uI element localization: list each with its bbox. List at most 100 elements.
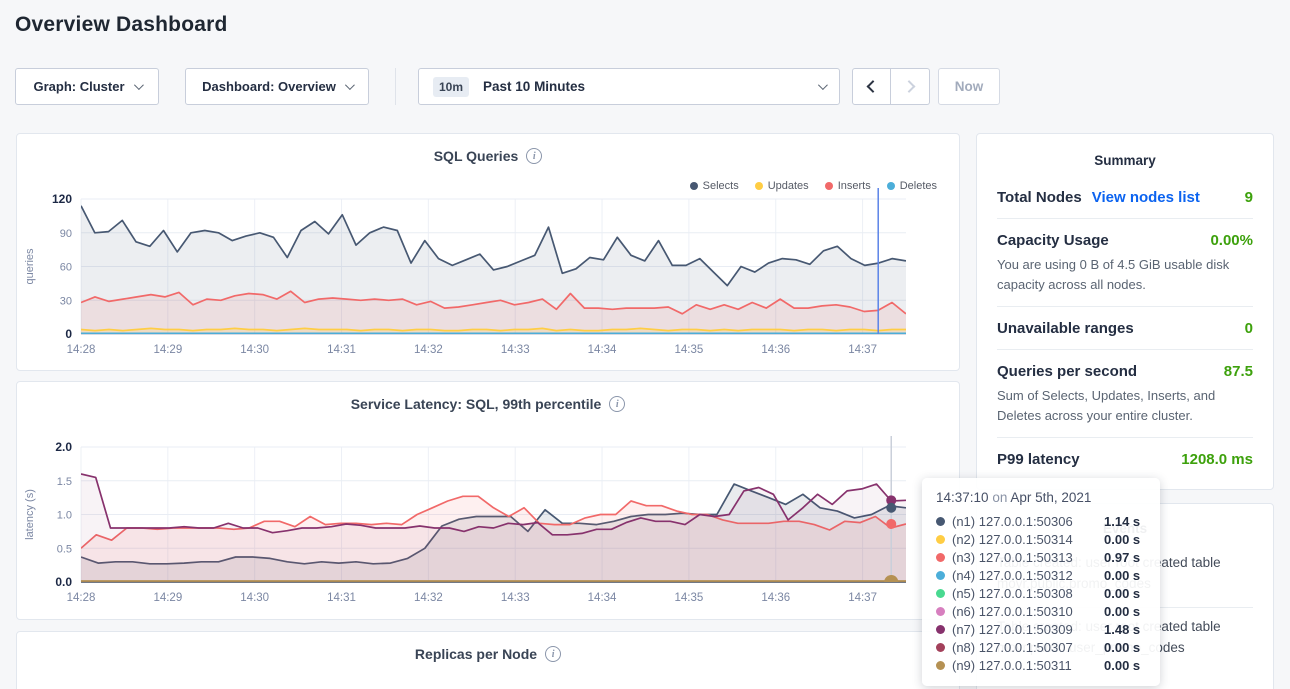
x-tick-label: 14:36 [761, 592, 790, 604]
y-tick-label: 1.5 [57, 476, 72, 488]
tooltip-header: 14:37:10 on Apr 5th, 2021 [936, 490, 1148, 505]
time-next-button[interactable] [891, 68, 930, 105]
capacity-desc: You are using 0 B of 4.5 GiB usable disk… [997, 255, 1253, 294]
tooltip-row: (n9) 127.0.0.1:503110.00 s [936, 656, 1148, 674]
latency-title: Service Latency: SQL, 99th percentile [351, 396, 602, 412]
node-color-dot-icon [936, 589, 945, 598]
y-tick-label: 0.0 [55, 575, 72, 589]
tooltip-row: (n2) 127.0.0.1:503140.00 s [936, 530, 1148, 548]
y-tick-label: 30 [60, 295, 72, 307]
x-tick-label: 14:29 [153, 592, 182, 604]
tooltip-row: (n6) 127.0.0.1:503100.00 s [936, 602, 1148, 620]
y-tick-label: 90 [60, 228, 72, 240]
replicas-title: Replicas per Node [415, 646, 537, 662]
tooltip-rows: (n1) 127.0.0.1:503061.14 s(n2) 127.0.0.1… [936, 512, 1148, 674]
info-icon[interactable]: i [609, 396, 625, 412]
x-tick-label: 14:37 [848, 344, 877, 356]
capacity-value: 0.00% [1210, 232, 1253, 249]
controls-divider [395, 68, 396, 105]
tooltip-node-label: (n8) 127.0.0.1:50307 [952, 640, 1104, 655]
y-axis-label: queries [24, 248, 36, 285]
x-tick-label: 14:30 [240, 344, 269, 356]
sql-queries-panel: SQL Queries i SelectsUpdatesInsertsDelet… [16, 133, 960, 371]
tooltip-date: Apr 5th, 2021 [1010, 490, 1091, 505]
view-nodes-list-link[interactable]: View nodes list [1092, 189, 1200, 206]
tooltip-node-value: 0.00 s [1104, 586, 1140, 601]
now-button[interactable]: Now [938, 68, 1000, 105]
tooltip-node-label: (n7) 127.0.0.1:50309 [952, 622, 1104, 637]
x-tick-label: 14:31 [327, 592, 356, 604]
graph-dropdown[interactable]: Graph: Cluster [15, 68, 159, 105]
dashboard-dropdown[interactable]: Dashboard: Overview [185, 68, 369, 105]
tooltip-time: 14:37:10 [936, 490, 989, 505]
chart-svg-sql[interactable]: 14:2814:2914:3014:3114:3214:3314:3414:35… [17, 186, 961, 358]
summary-row-qps: Queries per second 87.5 Sum of Selects, … [997, 349, 1253, 437]
tooltip-row: (n7) 127.0.0.1:503091.48 s [936, 620, 1148, 638]
node-color-dot-icon [936, 661, 945, 670]
latency-chart[interactable]: 14:2814:2914:3014:3114:3214:3314:3414:35… [17, 434, 961, 606]
chevron-right-icon [902, 80, 915, 93]
summary-row-p99: P99 latency 1208.0 ms [997, 437, 1253, 480]
tooltip-node-value: 0.00 s [1104, 640, 1140, 655]
tooltip-row: (n3) 127.0.0.1:503130.97 s [936, 548, 1148, 566]
graph-dropdown-label: Graph: Cluster [33, 79, 124, 94]
tooltip-row: (n4) 127.0.0.1:503120.00 s [936, 566, 1148, 584]
chevron-down-icon [345, 80, 355, 90]
node-color-dot-icon [936, 517, 945, 526]
tooltip-node-label: (n2) 127.0.0.1:50314 [952, 532, 1104, 547]
node-color-dot-icon [936, 553, 945, 562]
total-nodes-value: 9 [1245, 189, 1253, 206]
x-tick-label: 14:35 [675, 592, 704, 604]
tooltip-node-label: (n5) 127.0.0.1:50308 [952, 586, 1104, 601]
unavailable-ranges-label: Unavailable ranges [997, 320, 1134, 337]
hover-marker-dot [884, 575, 898, 589]
tooltip-node-value: 0.97 s [1104, 550, 1140, 565]
capacity-label: Capacity Usage [997, 232, 1109, 249]
x-tick-label: 14:32 [414, 592, 443, 604]
time-prev-button[interactable] [852, 68, 891, 105]
p99-value: 1208.0 ms [1181, 451, 1253, 468]
page-title: Overview Dashboard [15, 13, 228, 37]
chart-svg-latency[interactable]: 14:2814:2914:3014:3114:3214:3314:3414:35… [17, 434, 961, 606]
x-tick-label: 14:34 [588, 344, 617, 356]
x-tick-label: 14:28 [67, 592, 96, 604]
time-range-dropdown[interactable]: 10m Past 10 Minutes [418, 68, 840, 105]
summary-title: Summary [977, 134, 1273, 176]
y-tick-label: 60 [60, 262, 72, 274]
summary-row-total-nodes: Total Nodes View nodes list 9 [997, 176, 1253, 218]
tooltip-node-label: (n9) 127.0.0.1:50311 [952, 658, 1104, 673]
tooltip-row: (n5) 127.0.0.1:503080.00 s [936, 584, 1148, 602]
x-tick-label: 14:37 [848, 592, 877, 604]
x-tick-label: 14:34 [588, 592, 617, 604]
tooltip-node-value: 0.00 s [1104, 658, 1140, 673]
qps-value: 87.5 [1224, 363, 1253, 380]
y-tick-label: 120 [52, 192, 72, 206]
x-tick-label: 14:32 [414, 344, 443, 356]
time-range-label: Past 10 Minutes [483, 79, 818, 94]
summary-body: Total Nodes View nodes list 9 Capacity U… [977, 176, 1273, 480]
tooltip-node-value: 1.48 s [1104, 622, 1140, 637]
tooltip-node-label: (n6) 127.0.0.1:50310 [952, 604, 1104, 619]
tooltip-node-value: 0.00 s [1104, 568, 1140, 583]
node-color-dot-icon [936, 571, 945, 580]
x-tick-label: 14:33 [501, 592, 530, 604]
node-color-dot-icon [936, 607, 945, 616]
sql-queries-chart[interactable]: 14:2814:2914:3014:3114:3214:3314:3414:35… [17, 186, 961, 358]
y-tick-label: 2.0 [55, 440, 72, 454]
tooltip-row: (n1) 127.0.0.1:503061.14 s [936, 512, 1148, 530]
hover-marker-dot [886, 519, 896, 529]
node-color-dot-icon [936, 625, 945, 634]
qps-label: Queries per second [997, 363, 1137, 380]
tooltip-node-label: (n4) 127.0.0.1:50312 [952, 568, 1104, 583]
info-icon[interactable]: i [526, 148, 542, 164]
unavailable-ranges-value: 0 [1245, 320, 1253, 337]
tooltip-node-label: (n3) 127.0.0.1:50313 [952, 550, 1104, 565]
chevron-down-icon [818, 80, 828, 90]
sql-queries-title: SQL Queries [434, 148, 519, 164]
summary-row-capacity: Capacity Usage 0.00% You are using 0 B o… [997, 218, 1253, 306]
tooltip-node-label: (n1) 127.0.0.1:50306 [952, 514, 1104, 529]
y-tick-label: 0.5 [57, 543, 72, 555]
y-tick-label: 0 [65, 327, 72, 341]
tooltip-row: (n8) 127.0.0.1:503070.00 s [936, 638, 1148, 656]
info-icon[interactable]: i [545, 646, 561, 662]
